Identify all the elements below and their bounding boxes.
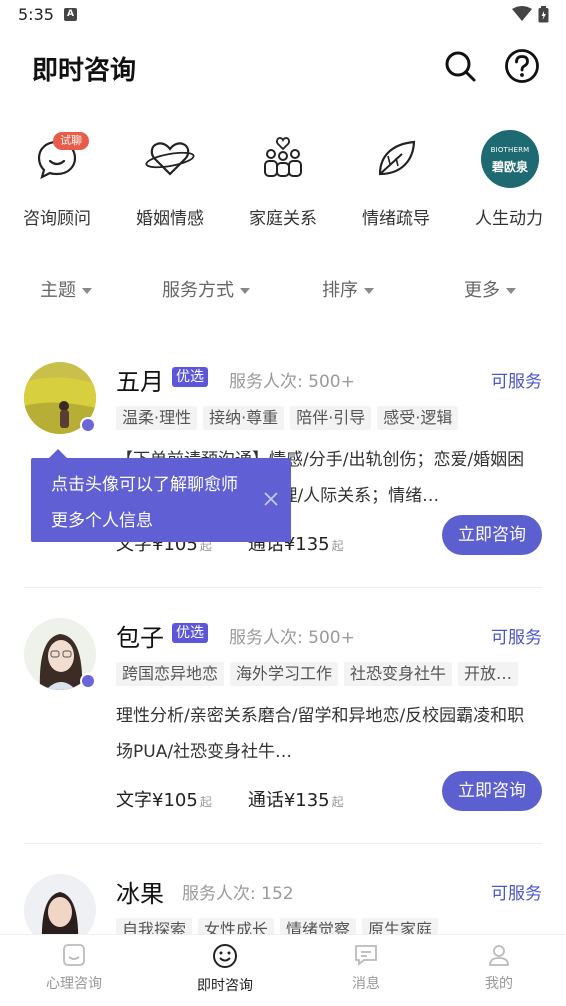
filter-sort[interactable]: 排序 [322, 276, 374, 302]
tab-psych-consult[interactable]: 心理咨询 [24, 943, 124, 993]
availability-status: 可服务 [491, 628, 542, 648]
category-label: 咨询顾问 [23, 209, 91, 229]
avatar-tip-tooltip: 点击头像可以了解聊愈师 更多个人信息 [31, 449, 291, 542]
price-info: 文字¥105 起通话¥135 起 [116, 790, 344, 811]
person-icon [489, 945, 509, 966]
tag-list: 跨国恋异地恋 海外学习工作 社恐变身社牛 开放… [116, 662, 524, 688]
tab-label: 我的 [485, 976, 513, 992]
tag: 自我探索 [116, 918, 193, 934]
category-consultant[interactable]: 试聊 咨询顾问 [0, 128, 110, 234]
tab-label: 即时咨询 [197, 978, 253, 994]
category-life-motivation[interactable]: BIOTHERM 碧欧泉 人生动力 [452, 128, 562, 234]
counselor-card[interactable]: 包子 优选 服务人次: 500+ 可服务 跨国恋异地恋 海外学习工作 社恐变身社牛开… [24, 618, 542, 844]
verified-icon [80, 417, 96, 433]
filter-more[interactable]: 更多 [464, 276, 516, 302]
tag: 接纳·尊重 [203, 406, 285, 430]
filter-service-mode[interactable]: 服务方式 [162, 276, 250, 302]
tag: 感受·逻辑 [377, 406, 459, 430]
tooltip-line-1: 点击头像可以了解聊愈师 [51, 475, 238, 495]
served-count: 服务人次: 152 [182, 884, 294, 904]
availability-status: 可服务 [491, 884, 542, 904]
text-price: 文字¥105 [116, 790, 198, 811]
filter-topic[interactable]: 主题 [40, 276, 92, 302]
trial-badge: 试聊 [53, 132, 89, 150]
premium-badge: 优选 [172, 367, 208, 387]
biotherm-logo-cn: 碧欧泉 [491, 160, 528, 174]
bottom-tab-bar: 心理咨询 即时咨询 消息 我的 [0, 934, 566, 1006]
tag: 陪伴·引导 [290, 406, 372, 430]
counselor-name: 五月 [116, 368, 164, 396]
tab-instant-consult[interactable]: 即时咨询 [175, 943, 275, 995]
leaf-icon [378, 140, 416, 176]
page-title: 即时咨询 [32, 56, 137, 86]
counselor-name: 冰果 [116, 880, 164, 908]
search-icon[interactable] [442, 48, 478, 84]
header: 即时咨询 [0, 38, 566, 94]
tooltip-arrow [49, 449, 67, 458]
heart-ring-icon [145, 142, 195, 176]
wifi-icon [512, 6, 532, 21]
avatar[interactable] [24, 874, 96, 934]
tag: 开放… [458, 662, 519, 686]
counselor-name: 包子 [116, 624, 164, 652]
tag: 温柔·理性 [116, 406, 198, 430]
tag: 女性成长 [198, 918, 275, 934]
category-marriage[interactable]: 婚姻情感 [113, 128, 223, 234]
served-count: 服务人次: 500+ [229, 372, 355, 392]
family-icon [264, 137, 302, 177]
premium-badge: 优选 [172, 623, 208, 643]
close-icon[interactable] [263, 491, 279, 507]
category-label: 人生动力 [475, 209, 543, 229]
category-label: 家庭关系 [249, 209, 317, 229]
category-family[interactable]: 家庭关系 [226, 128, 336, 234]
caret-down-icon [364, 288, 374, 294]
counselor-description: 理性分析/亲密关系磨合/留学和异地恋/反校园霸凌和职场PUA/社恐变身社牛… [116, 706, 525, 762]
availability-status: 可服务 [491, 372, 542, 392]
tooltip-line-2: 更多个人信息 [51, 511, 153, 531]
verified-icon [80, 673, 96, 689]
tag-list: 自我探索 女性成长 情绪觉察 原生家庭 [116, 918, 444, 934]
tag: 原生家庭 [362, 918, 439, 934]
caret-down-icon [240, 288, 250, 294]
consult-now-button[interactable]: 立即咨询 [442, 515, 542, 555]
tag: 社恐变身社牛 [344, 662, 453, 686]
status-time: 5:35 [18, 5, 54, 24]
biotherm-logo-en: BIOTHERM [490, 146, 530, 154]
biotherm-logo: BIOTHERM 碧欧泉 [481, 130, 539, 188]
category-row: 试聊 咨询顾问 婚姻情感 家庭关系 情绪疏导 BIOTHERM 碧欧泉 人生动力 [0, 128, 566, 234]
category-emotion[interactable]: 情绪疏导 [339, 128, 449, 234]
consult-now-button[interactable]: 立即咨询 [442, 771, 542, 811]
smiley-icon [213, 944, 237, 968]
filter-bar: 主题 服务方式 排序 更多 [0, 276, 566, 308]
call-price: 通话¥135 [247, 790, 330, 811]
served-count: 服务人次: 500+ [229, 628, 355, 648]
tag: 跨国恋异地恋 [116, 662, 225, 686]
tab-messages[interactable]: 消息 [316, 943, 416, 993]
status-bar: 5:35 A [0, 0, 566, 30]
tag: 情绪觉察 [280, 918, 357, 934]
category-label: 婚姻情感 [136, 209, 204, 229]
counselor-card[interactable]: 冰果 服务人次: 152 可服务 自我探索 女性成长 情绪觉察 原生家庭 [24, 874, 542, 934]
tab-me[interactable]: 我的 [449, 943, 549, 993]
help-icon[interactable] [504, 48, 540, 84]
caret-down-icon [82, 288, 92, 294]
notification-icon: A [64, 8, 77, 21]
tag-list: 温柔·理性 接纳·尊重 陪伴·引导 感受·逻辑 [116, 406, 464, 432]
category-label: 情绪疏导 [362, 209, 430, 229]
message-icon [355, 945, 377, 966]
tab-label: 消息 [352, 976, 380, 992]
tab-label: 心理咨询 [46, 976, 102, 992]
tag: 海外学习工作 [230, 662, 339, 686]
smile-box-icon [63, 944, 85, 966]
caret-down-icon [506, 288, 516, 294]
battery-icon [538, 6, 549, 23]
